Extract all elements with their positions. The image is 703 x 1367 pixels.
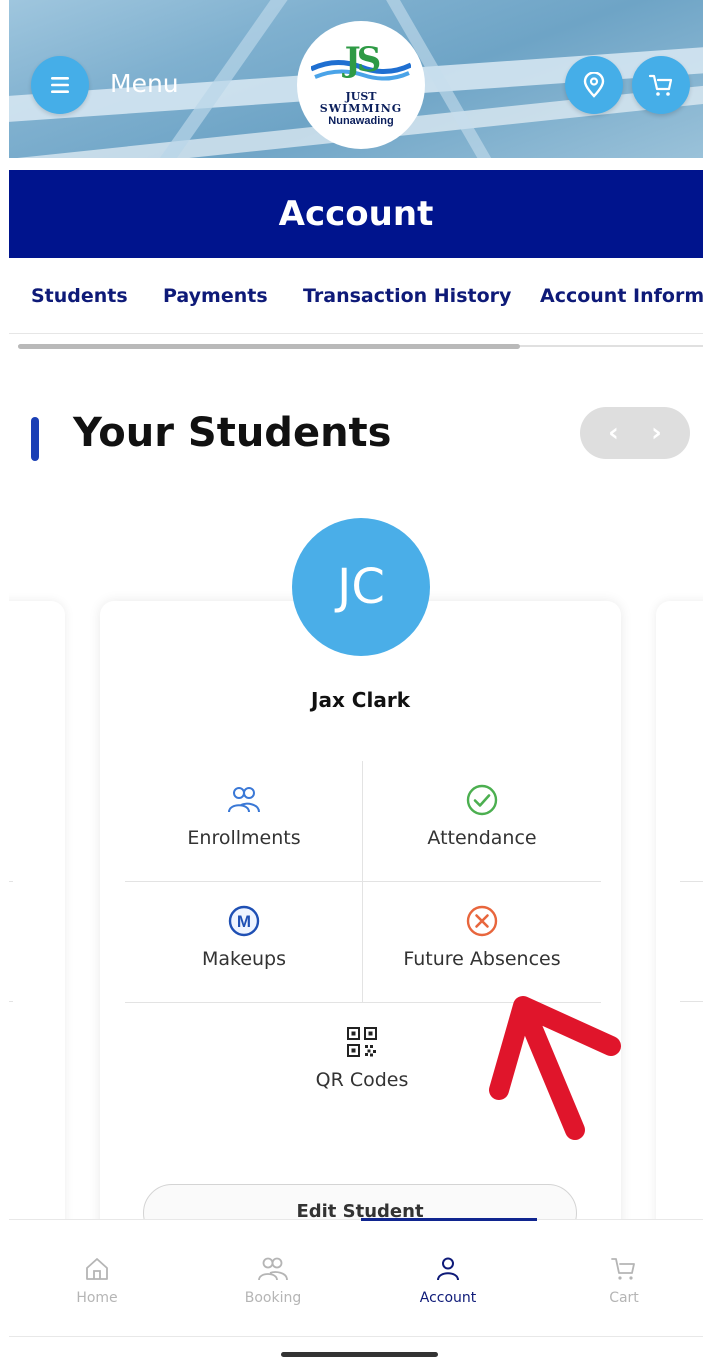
header-banner: Menu JS JUST SWIMMING Nunawading [9,0,703,166]
app-frame: Menu JS JUST SWIMMING Nunawading Account… [9,0,703,1367]
page-title-bar: Account [9,170,703,258]
nav-account-label: Account [419,1290,477,1306]
qr-code-icon [347,1027,377,1057]
home-indicator[interactable] [281,1352,438,1357]
svg-text:M: M [237,912,251,931]
future-absences-label: Future Absences [403,948,561,970]
active-tab-indicator [361,1218,537,1221]
logo-text-location: Nunawading [328,114,394,127]
logo-text-just: JUST [345,89,377,103]
menu-button[interactable] [31,56,89,114]
account-tabs: Students Payments Transaction History Ac… [9,258,703,334]
section-accent-bar [31,417,39,461]
tab-account-information[interactable]: Account Informa [540,285,703,307]
student-pager: ‹ › [580,407,690,459]
makeups-action[interactable]: M Makeups [125,882,363,1002]
avatar: JC [292,518,430,656]
logo: JS JUST SWIMMING Nunawading [297,21,425,149]
qr-codes-label: QR Codes [315,1069,409,1091]
annotation-arrow-icon [489,996,621,1140]
nav-cart-label: Cart [609,1290,639,1306]
avatar-initials: JC [337,559,385,615]
nav-cart[interactable]: Cart [554,1256,694,1306]
tab-payments[interactable]: Payments [163,285,268,307]
cart-button[interactable] [632,56,690,114]
nav-booking-label: Booking [244,1290,302,1306]
page-title: Account [278,194,434,234]
nav-booking[interactable]: Booking [203,1256,343,1306]
tab-students[interactable]: Students [31,285,128,307]
logo-text-swimming: SWIMMING [319,101,403,115]
cart-icon [648,74,673,96]
tabs-scrollbar[interactable] [18,344,520,349]
map-pin-icon [583,72,605,98]
student-card-previous[interactable] [9,601,65,1281]
student-card-next[interactable] [656,601,703,1281]
users-icon [228,787,260,813]
bottom-nav: Home Booking Account Cart [9,1219,703,1337]
check-circle-icon [466,784,498,816]
nav-home[interactable]: Home [27,1256,167,1306]
home-icon [86,1258,108,1280]
hamburger-icon [51,77,69,93]
location-button[interactable] [565,56,623,114]
cart-icon [611,1258,635,1280]
chevron-right-icon[interactable]: › [651,420,662,446]
attendance-label: Attendance [427,827,537,849]
qr-codes-action[interactable]: QR Codes [243,1003,481,1123]
enrollments-label: Enrollments [187,827,301,849]
menu-label[interactable]: Menu [110,69,179,98]
tab-transaction-history[interactable]: Transaction History [303,285,511,307]
makeup-m-icon: M [228,905,260,937]
attendance-action[interactable]: Attendance [363,761,601,881]
user-icon [437,1257,459,1281]
enrollments-action[interactable]: Enrollments [125,761,363,881]
chevron-left-icon[interactable]: ‹ [608,420,619,446]
x-circle-icon [466,905,498,937]
nav-home-label: Home [76,1290,118,1306]
makeups-label: Makeups [201,948,287,970]
section-title: Your Students [73,410,392,456]
users-icon [258,1257,288,1281]
student-name: Jax Clark [311,688,410,712]
logo-monogram: JS [344,39,382,80]
nav-account[interactable]: Account [378,1256,518,1306]
